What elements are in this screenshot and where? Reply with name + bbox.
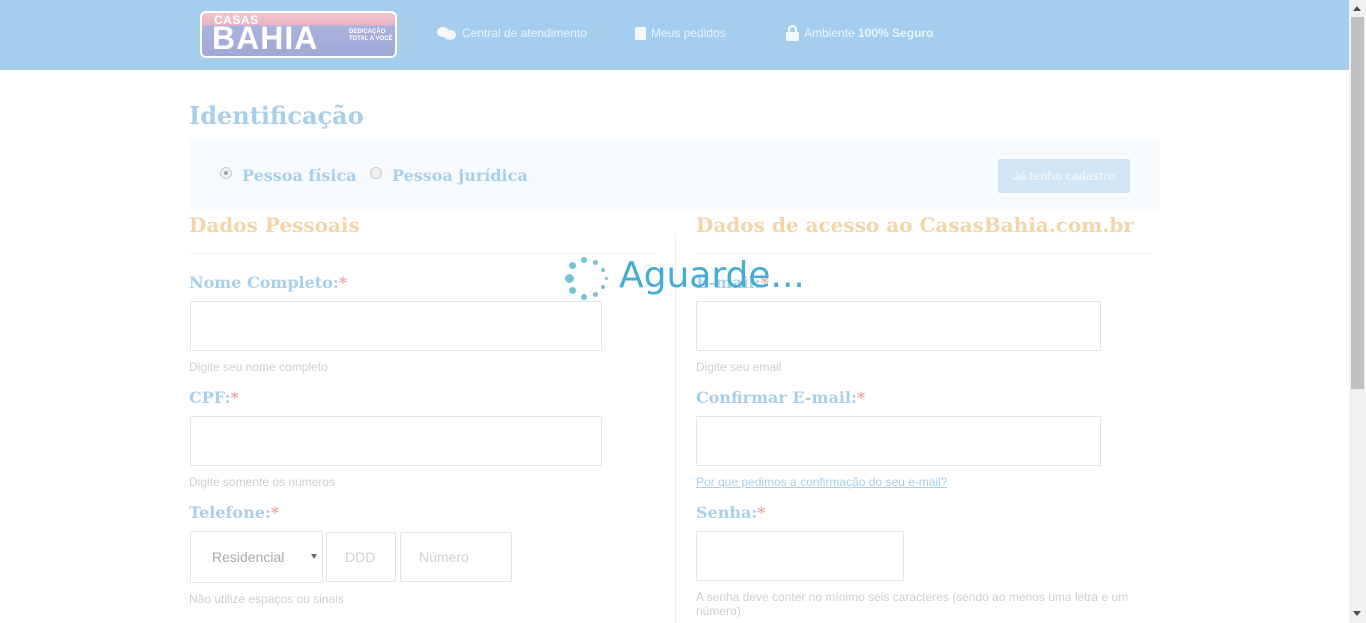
- logo-bahia-text: BAHIA: [212, 20, 319, 56]
- lock-icon: [786, 25, 799, 41]
- loading-message: Aguarde...: [619, 255, 805, 296]
- my-orders-link[interactable]: Meus pedidos: [635, 23, 726, 43]
- full-name-hint: Digite seu nome completo: [189, 360, 328, 374]
- confirm-email-input[interactable]: [696, 416, 1101, 466]
- document-icon: [635, 26, 646, 40]
- cpf-label: CPF:*: [189, 388, 239, 407]
- personal-data-title: Dados Pessoais: [189, 213, 360, 237]
- phone-number-input[interactable]: Número: [400, 532, 512, 582]
- vertical-scrollbar[interactable]: [1349, 0, 1366, 623]
- access-data-title: Dados de acesso ao CasasBahia.com.br: [696, 213, 1134, 237]
- required-marker: *: [338, 273, 348, 292]
- customer-service-label: Central de atendimento: [462, 26, 587, 40]
- radio-dot-selected[interactable]: [220, 166, 232, 179]
- why-confirm-email-link[interactable]: Por que pedimos a confirmação do seu e-m…: [696, 475, 947, 489]
- radio-pessoa-fisica[interactable]: Pessoa física: [220, 166, 357, 185]
- required-marker: *: [230, 388, 239, 407]
- have-account-button[interactable]: Já tenho cadastro: [998, 159, 1130, 193]
- chat-bubbles-icon: [437, 26, 457, 41]
- cpf-hint: Digite somente os números: [189, 475, 336, 489]
- confirm-email-label: Confirmar E-mail:*: [696, 388, 866, 407]
- required-marker: *: [856, 388, 866, 407]
- radio-label-fisica: Pessoa física: [242, 166, 357, 185]
- radio-dot[interactable]: [370, 166, 382, 179]
- divider-left: [190, 253, 656, 254]
- radio-label-juridica: Pessoa jurídica: [392, 166, 528, 185]
- scrollbar-thumb[interactable]: [1351, 17, 1364, 389]
- scroll-up-arrow-icon[interactable]: [1353, 6, 1361, 11]
- phone-label: Telefone:*: [189, 503, 280, 522]
- my-orders-label: Meus pedidos: [651, 26, 726, 40]
- phone-ddd-input[interactable]: DDD: [326, 532, 396, 582]
- required-marker: *: [757, 503, 766, 522]
- chevron-down-icon: [311, 554, 317, 559]
- password-hint: A senha deve conter no mínimo seis carac…: [696, 590, 1129, 618]
- loading-spinner-icon: [563, 255, 613, 305]
- customer-service-link[interactable]: Central de atendimento: [437, 23, 587, 43]
- casas-bahia-logo[interactable]: CASAS BAHIA DEDICAÇÃO TOTAL A VOCÊ: [200, 11, 397, 58]
- scroll-down-arrow-icon[interactable]: [1353, 611, 1361, 616]
- password-label: Senha:*: [696, 503, 766, 522]
- page-title: Identificação: [189, 101, 364, 130]
- phone-type-select[interactable]: Residencial: [190, 531, 323, 583]
- secure-label-prefix: Ambiente: [804, 26, 859, 40]
- full-name-input[interactable]: [190, 301, 602, 351]
- top-header: CASAS BAHIA DEDICAÇÃO TOTAL A VOCÊ Centr…: [0, 0, 1349, 70]
- phone-type-value: Residencial: [212, 549, 285, 565]
- phone-hint: Não utilize espaços ou sinais: [189, 592, 344, 606]
- cpf-input[interactable]: [190, 416, 602, 466]
- email-hint: Digite seu email: [696, 360, 782, 374]
- divider-right: [696, 253, 1152, 254]
- full-name-label: Nome Completo:*: [189, 273, 348, 292]
- required-marker: *: [270, 503, 280, 522]
- secure-environment-badge: Ambiente 100% Seguro: [786, 23, 933, 43]
- password-input[interactable]: [696, 531, 904, 581]
- radio-pessoa-juridica[interactable]: Pessoa jurídica: [370, 166, 528, 185]
- logo-tagline: DEDICAÇÃO TOTAL A VOCÊ: [349, 29, 393, 42]
- secure-label-bold: 100% Seguro: [858, 26, 934, 40]
- email-input[interactable]: [696, 301, 1101, 351]
